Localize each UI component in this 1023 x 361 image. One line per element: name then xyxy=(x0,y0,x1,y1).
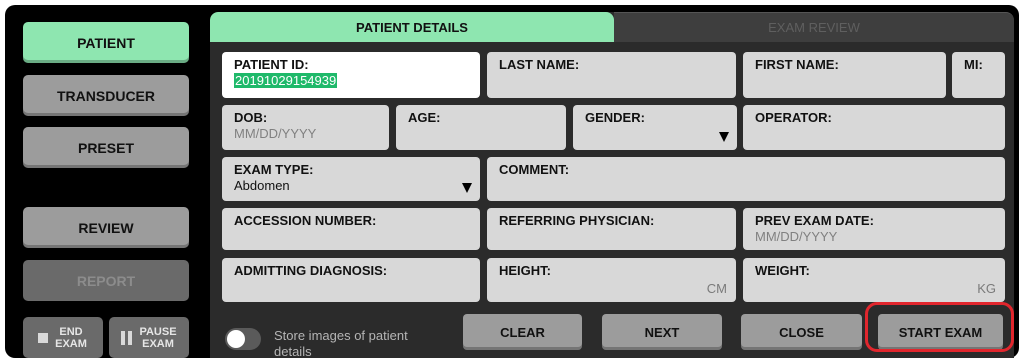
mi-label: MI: xyxy=(964,57,983,72)
comment-label: COMMENT: xyxy=(499,162,570,177)
transducer-button[interactable]: TRANSDUCER xyxy=(23,75,189,116)
pause-exam-label: PAUSE EXAM xyxy=(139,325,177,350)
comment-field[interactable]: COMMENT: xyxy=(487,157,1005,201)
referring-physician-label: REFERRING PHYSICIAN: xyxy=(499,213,655,228)
first-name-label: FIRST NAME: xyxy=(755,57,839,72)
exam-type-dropdown[interactable]: EXAM TYPE: Abdomen xyxy=(222,157,480,201)
review-button[interactable]: REVIEW xyxy=(23,207,189,248)
patient-id-label: PATIENT ID: xyxy=(234,57,309,72)
tab-patient-details-label: PATIENT DETAILS xyxy=(356,19,468,35)
age-field[interactable]: AGE: xyxy=(396,105,566,150)
operator-label: OPERATOR: xyxy=(755,110,832,125)
tab-patient-details[interactable]: PATIENT DETAILS xyxy=(210,12,614,42)
tab-bar: PATIENT DETAILS EXAM REVIEW xyxy=(210,12,1014,42)
exam-type-value: Abdomen xyxy=(234,178,290,193)
operator-field[interactable]: OPERATOR: xyxy=(743,105,1005,150)
close-button[interactable]: CLOSE xyxy=(741,314,862,350)
gender-dropdown[interactable]: GENDER: xyxy=(573,105,737,150)
admitting-diagnosis-field[interactable]: ADMITTING DIAGNOSIS: xyxy=(222,258,480,302)
prev-exam-date-label: PREV EXAM DATE: xyxy=(755,213,874,228)
tab-exam-review-label: EXAM REVIEW xyxy=(768,20,860,35)
app-frame: PATIENT TRANSDUCER PRESET REVIEW REPORT … xyxy=(5,5,1019,358)
dob-label: DOB: xyxy=(234,110,268,125)
preset-button-label: PRESET xyxy=(77,139,134,156)
transducer-button-label: TRANSDUCER xyxy=(57,87,155,104)
clear-button[interactable]: CLEAR xyxy=(463,314,582,350)
end-exam-label: END EXAM xyxy=(55,325,87,350)
clear-button-label: CLEAR xyxy=(500,324,545,340)
next-button-label: NEXT xyxy=(644,324,680,340)
last-name-label: LAST NAME: xyxy=(499,57,580,72)
report-button[interactable]: REPORT xyxy=(23,260,189,301)
weight-unit: KG xyxy=(977,281,996,296)
stop-icon xyxy=(38,332,48,343)
age-label: AGE: xyxy=(408,110,441,125)
pause-exam-button[interactable]: PAUSE EXAM xyxy=(109,317,189,358)
weight-label: WEIGHT: xyxy=(755,263,810,278)
report-button-label: REPORT xyxy=(76,272,136,289)
dropdown-arrow-icon xyxy=(719,132,729,142)
height-field[interactable]: HEIGHT: CM xyxy=(487,258,736,302)
height-unit: CM xyxy=(706,281,727,296)
preset-button[interactable]: PRESET xyxy=(23,127,189,168)
prev-exam-date-placeholder: MM/DD/YYYY xyxy=(755,229,838,244)
patient-id-field[interactable]: PATIENT ID: 20191029154939 xyxy=(222,52,480,98)
store-images-label: Store images of patient details xyxy=(274,328,408,358)
exam-controls: END EXAM PAUSE EXAM xyxy=(23,317,189,358)
exam-type-label: EXAM TYPE: xyxy=(234,162,314,177)
admitting-diagnosis-label: ADMITTING DIAGNOSIS: xyxy=(234,263,388,278)
weight-field[interactable]: WEIGHT: KG xyxy=(743,258,1005,302)
pause-icon xyxy=(121,330,133,345)
first-name-field[interactable]: FIRST NAME: xyxy=(743,52,946,98)
accession-number-field[interactable]: ACCESSION NUMBER: xyxy=(222,208,480,250)
height-label: HEIGHT: xyxy=(499,263,551,278)
store-images-toggle[interactable] xyxy=(225,328,261,350)
toggle-knob xyxy=(227,330,245,348)
last-name-field[interactable]: LAST NAME: xyxy=(487,52,736,98)
patient-id-value: 20191029154939 xyxy=(234,73,338,88)
sidebar: PATIENT TRANSDUCER PRESET REVIEW REPORT … xyxy=(5,5,205,358)
review-button-label: REVIEW xyxy=(78,219,134,236)
mi-field[interactable]: MI: xyxy=(952,52,1005,98)
accession-number-label: ACCESSION NUMBER: xyxy=(234,213,377,228)
start-exam-highlight-outline xyxy=(865,302,1014,352)
dob-placeholder: MM/DD/YYYY xyxy=(234,126,317,141)
next-button[interactable]: NEXT xyxy=(602,314,722,350)
tab-exam-review[interactable]: EXAM REVIEW xyxy=(614,12,1014,42)
dropdown-arrow-icon xyxy=(462,183,472,193)
close-button-label: CLOSE xyxy=(779,324,824,340)
end-exam-button[interactable]: END EXAM xyxy=(23,317,103,358)
patient-button-label: PATIENT xyxy=(77,34,135,51)
dob-field[interactable]: DOB: MM/DD/YYYY xyxy=(222,105,389,150)
referring-physician-field[interactable]: REFERRING PHYSICIAN: xyxy=(487,208,736,250)
gender-label: GENDER: xyxy=(585,110,645,125)
patient-button[interactable]: PATIENT xyxy=(23,22,189,63)
prev-exam-date-field[interactable]: PREV EXAM DATE: MM/DD/YYYY xyxy=(743,208,1005,250)
